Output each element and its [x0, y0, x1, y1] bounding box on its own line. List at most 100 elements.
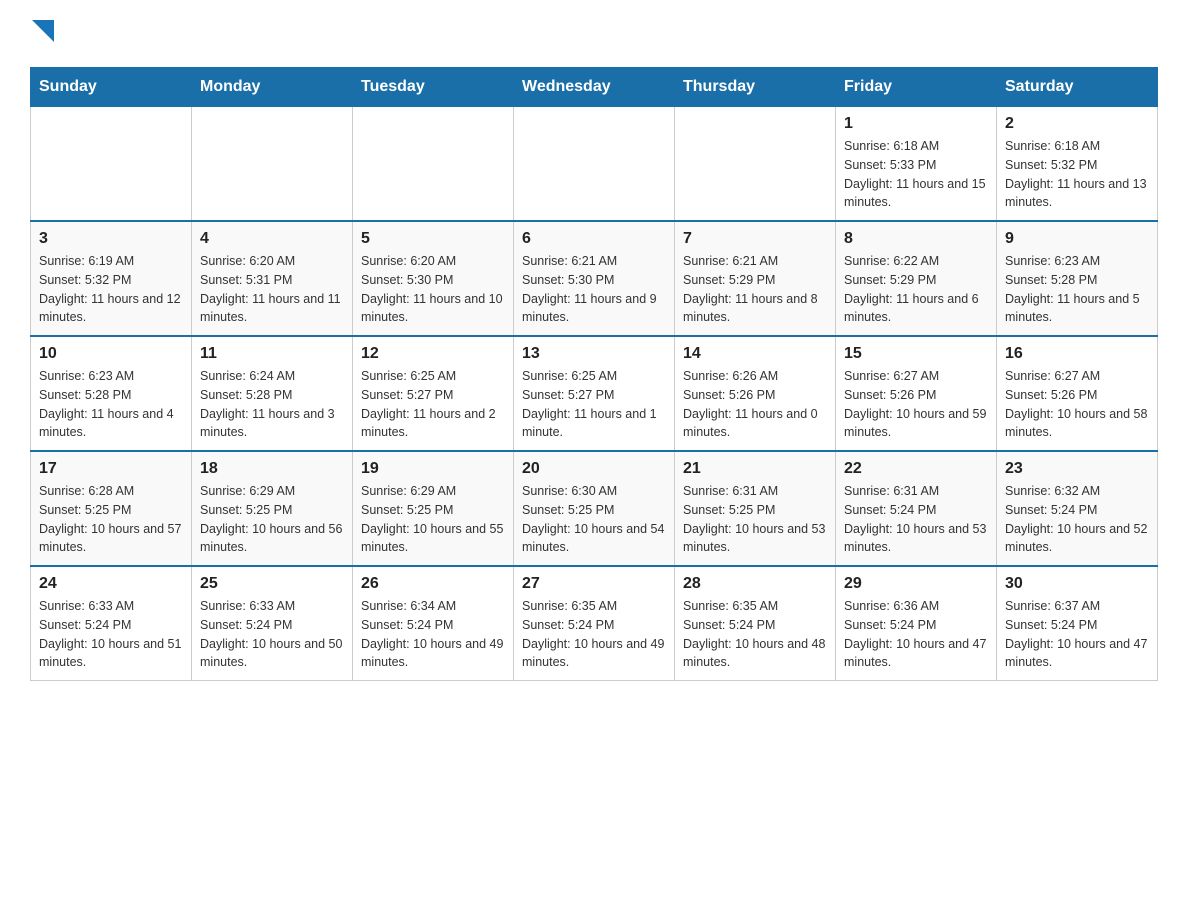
day-number: 7 — [683, 230, 827, 248]
calendar-cell: 21 Sunrise: 6:31 AMSunset: 5:25 PMDayligh… — [675, 451, 836, 566]
header-tuesday: Tuesday — [353, 68, 514, 107]
day-info: Sunrise: 6:21 AMSunset: 5:30 PMDaylight:… — [522, 252, 666, 327]
calendar-cell: 10 Sunrise: 6:23 AMSunset: 5:28 PMDayligh… — [31, 336, 192, 451]
day-info: Sunrise: 6:35 AMSunset: 5:24 PMDaylight:… — [683, 597, 827, 672]
day-number: 22 — [844, 460, 988, 478]
calendar-week-row: 10 Sunrise: 6:23 AMSunset: 5:28 PMDayligh… — [31, 336, 1158, 451]
day-info: Sunrise: 6:19 AMSunset: 5:32 PMDaylight:… — [39, 252, 183, 327]
day-number: 14 — [683, 345, 827, 363]
day-info: Sunrise: 6:29 AMSunset: 5:25 PMDaylight:… — [200, 482, 344, 557]
day-number: 21 — [683, 460, 827, 478]
day-number: 2 — [1005, 115, 1149, 133]
day-info: Sunrise: 6:23 AMSunset: 5:28 PMDaylight:… — [39, 367, 183, 442]
day-number: 17 — [39, 460, 183, 478]
header-thursday: Thursday — [675, 68, 836, 107]
calendar-cell: 13 Sunrise: 6:25 AMSunset: 5:27 PMDayligh… — [514, 336, 675, 451]
calendar-cell: 24 Sunrise: 6:33 AMSunset: 5:24 PMDayligh… — [31, 566, 192, 681]
day-info: Sunrise: 6:24 AMSunset: 5:28 PMDaylight:… — [200, 367, 344, 442]
day-info: Sunrise: 6:25 AMSunset: 5:27 PMDaylight:… — [361, 367, 505, 442]
day-info: Sunrise: 6:28 AMSunset: 5:25 PMDaylight:… — [39, 482, 183, 557]
day-info: Sunrise: 6:33 AMSunset: 5:24 PMDaylight:… — [39, 597, 183, 672]
day-info: Sunrise: 6:31 AMSunset: 5:24 PMDaylight:… — [844, 482, 988, 557]
calendar-week-row: 24 Sunrise: 6:33 AMSunset: 5:24 PMDayligh… — [31, 566, 1158, 681]
day-info: Sunrise: 6:23 AMSunset: 5:28 PMDaylight:… — [1005, 252, 1149, 327]
day-info: Sunrise: 6:27 AMSunset: 5:26 PMDaylight:… — [844, 367, 988, 442]
calendar-cell: 9 Sunrise: 6:23 AMSunset: 5:28 PMDaylight… — [997, 221, 1158, 336]
calendar-cell: 12 Sunrise: 6:25 AMSunset: 5:27 PMDayligh… — [353, 336, 514, 451]
calendar-cell: 3 Sunrise: 6:19 AMSunset: 5:32 PMDaylight… — [31, 221, 192, 336]
logo-arrow-icon — [32, 20, 54, 42]
calendar-cell: 22 Sunrise: 6:31 AMSunset: 5:24 PMDayligh… — [836, 451, 997, 566]
day-number: 6 — [522, 230, 666, 248]
calendar-cell: 29Sunrise: 6:36 AMSunset: 5:24 PMDayligh… — [836, 566, 997, 681]
day-info: Sunrise: 6:31 AMSunset: 5:25 PMDaylight:… — [683, 482, 827, 557]
day-number: 28 — [683, 575, 827, 593]
day-number: 12 — [361, 345, 505, 363]
day-info: Sunrise: 6:18 AMSunset: 5:33 PMDaylight:… — [844, 137, 988, 212]
day-info: Sunrise: 6:27 AMSunset: 5:26 PMDaylight:… — [1005, 367, 1149, 442]
header-monday: Monday — [192, 68, 353, 107]
day-info: Sunrise: 6:20 AMSunset: 5:31 PMDaylight:… — [200, 252, 344, 327]
day-info: Sunrise: 6:37 AMSunset: 5:24 PMDaylight:… — [1005, 597, 1149, 672]
calendar-cell: 16Sunrise: 6:27 AMSunset: 5:26 PMDayligh… — [997, 336, 1158, 451]
calendar-cell: 28 Sunrise: 6:35 AMSunset: 5:24 PMDayligh… — [675, 566, 836, 681]
day-number: 20 — [522, 460, 666, 478]
calendar-cell — [675, 107, 836, 222]
header-saturday: Saturday — [997, 68, 1158, 107]
day-info: Sunrise: 6:21 AMSunset: 5:29 PMDaylight:… — [683, 252, 827, 327]
day-number: 18 — [200, 460, 344, 478]
calendar-week-row: 1 Sunrise: 6:18 AMSunset: 5:33 PMDaylight… — [31, 107, 1158, 222]
calendar-cell — [353, 107, 514, 222]
day-number: 26 — [361, 575, 505, 593]
calendar-cell: 6 Sunrise: 6:21 AMSunset: 5:30 PMDaylight… — [514, 221, 675, 336]
day-number: 11 — [200, 345, 344, 363]
calendar-cell: 14 Sunrise: 6:26 AMSunset: 5:26 PMDayligh… — [675, 336, 836, 451]
calendar-cell: 17 Sunrise: 6:28 AMSunset: 5:25 PMDayligh… — [31, 451, 192, 566]
day-number: 29 — [844, 575, 988, 593]
day-number: 23 — [1005, 460, 1149, 478]
day-info: Sunrise: 6:34 AMSunset: 5:24 PMDaylight:… — [361, 597, 505, 672]
day-number: 8 — [844, 230, 988, 248]
calendar-cell — [31, 107, 192, 222]
calendar-cell: 19Sunrise: 6:29 AMSunset: 5:25 PMDayligh… — [353, 451, 514, 566]
day-info: Sunrise: 6:35 AMSunset: 5:24 PMDaylight:… — [522, 597, 666, 672]
calendar-cell: 23Sunrise: 6:32 AMSunset: 5:24 PMDayligh… — [997, 451, 1158, 566]
day-number: 5 — [361, 230, 505, 248]
day-number: 1 — [844, 115, 988, 133]
header-wednesday: Wednesday — [514, 68, 675, 107]
header-friday: Friday — [836, 68, 997, 107]
day-info: Sunrise: 6:26 AMSunset: 5:26 PMDaylight:… — [683, 367, 827, 442]
logo — [30, 20, 54, 47]
day-info: Sunrise: 6:25 AMSunset: 5:27 PMDaylight:… — [522, 367, 666, 442]
calendar-cell — [192, 107, 353, 222]
calendar-cell: 30Sunrise: 6:37 AMSunset: 5:24 PMDayligh… — [997, 566, 1158, 681]
day-number: 24 — [39, 575, 183, 593]
page-header — [30, 20, 1158, 47]
calendar-cell: 7 Sunrise: 6:21 AMSunset: 5:29 PMDaylight… — [675, 221, 836, 336]
calendar-week-row: 3 Sunrise: 6:19 AMSunset: 5:32 PMDaylight… — [31, 221, 1158, 336]
day-info: Sunrise: 6:33 AMSunset: 5:24 PMDaylight:… — [200, 597, 344, 672]
day-number: 9 — [1005, 230, 1149, 248]
header-sunday: Sunday — [31, 68, 192, 107]
day-number: 13 — [522, 345, 666, 363]
day-number: 10 — [39, 345, 183, 363]
calendar-cell: 25 Sunrise: 6:33 AMSunset: 5:24 PMDayligh… — [192, 566, 353, 681]
calendar-cell: 4 Sunrise: 6:20 AMSunset: 5:31 PMDaylight… — [192, 221, 353, 336]
day-number: 4 — [200, 230, 344, 248]
calendar-header-row: Sunday Monday Tuesday Wednesday Thursday… — [31, 68, 1158, 107]
day-info: Sunrise: 6:29 AMSunset: 5:25 PMDaylight:… — [361, 482, 505, 557]
calendar-cell: 5 Sunrise: 6:20 AMSunset: 5:30 PMDaylight… — [353, 221, 514, 336]
day-info: Sunrise: 6:20 AMSunset: 5:30 PMDaylight:… — [361, 252, 505, 327]
calendar-cell: 27Sunrise: 6:35 AMSunset: 5:24 PMDayligh… — [514, 566, 675, 681]
day-number: 25 — [200, 575, 344, 593]
day-number: 3 — [39, 230, 183, 248]
calendar-cell: 2Sunrise: 6:18 AMSunset: 5:32 PMDaylight… — [997, 107, 1158, 222]
calendar-table: Sunday Monday Tuesday Wednesday Thursday… — [30, 67, 1158, 681]
day-info: Sunrise: 6:30 AMSunset: 5:25 PMDaylight:… — [522, 482, 666, 557]
calendar-cell: 15 Sunrise: 6:27 AMSunset: 5:26 PMDayligh… — [836, 336, 997, 451]
calendar-cell: 11 Sunrise: 6:24 AMSunset: 5:28 PMDayligh… — [192, 336, 353, 451]
calendar-cell: 26 Sunrise: 6:34 AMSunset: 5:24 PMDayligh… — [353, 566, 514, 681]
day-number: 15 — [844, 345, 988, 363]
calendar-cell: 1 Sunrise: 6:18 AMSunset: 5:33 PMDaylight… — [836, 107, 997, 222]
calendar-cell: 8Sunrise: 6:22 AMSunset: 5:29 PMDaylight… — [836, 221, 997, 336]
